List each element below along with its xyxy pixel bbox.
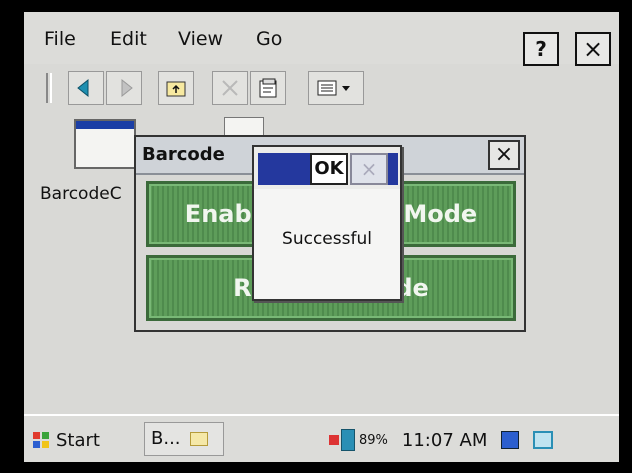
start-label: Start (56, 429, 100, 451)
ok-button[interactable]: OK (310, 153, 348, 185)
message-dialog: OK × Successful (252, 145, 402, 301)
device-screen: File Edit View Go ? × BarcodeC Barcode ×… (24, 12, 619, 462)
start-button[interactable]: Start (32, 424, 100, 456)
file-label[interactable]: BarcodeC (40, 184, 122, 204)
system-tray: 89% 11:07 AM (329, 424, 554, 456)
barcode-window-close-button[interactable]: × (488, 140, 520, 170)
taskbar: Start B... 89% 11:07 AM (24, 414, 619, 462)
desktop-switch-icon[interactable] (533, 431, 554, 449)
taskbar-item-label: B... (151, 428, 181, 449)
battery-percentage: 89% (359, 432, 388, 448)
message-text: Successful (282, 229, 372, 249)
close-button[interactable]: × (575, 32, 611, 66)
file-icon[interactable] (74, 119, 136, 169)
help-button[interactable]: ? (523, 32, 559, 66)
folder-icon (190, 432, 209, 446)
toolbar-grip[interactable] (46, 73, 52, 103)
message-dialog-titlebar: OK × (254, 147, 400, 189)
forward-icon[interactable] (106, 71, 142, 105)
menu-edit[interactable]: Edit (110, 28, 147, 50)
barcode-window-title: Barcode (142, 144, 225, 165)
properties-icon[interactable] (250, 71, 286, 105)
taskbar-item-barcode[interactable]: B... (144, 422, 224, 456)
toolbar (24, 67, 619, 109)
network-disconnected-icon[interactable] (329, 435, 339, 445)
back-icon[interactable] (68, 71, 104, 105)
delete-icon[interactable] (212, 71, 248, 105)
menu-file[interactable]: File (44, 28, 76, 50)
clock[interactable]: 11:07 AM (402, 430, 487, 451)
up-folder-icon[interactable] (158, 71, 194, 105)
windows-logo-icon (32, 431, 50, 449)
battery-icon[interactable] (341, 429, 355, 451)
menu-view[interactable]: View (178, 28, 223, 50)
view-options-icon[interactable] (308, 71, 364, 105)
menu-bar: File Edit View Go ? × (24, 12, 619, 66)
menu-go[interactable]: Go (256, 28, 282, 50)
message-dialog-close-button[interactable]: × (350, 153, 388, 185)
input-panel-icon[interactable] (501, 431, 520, 449)
